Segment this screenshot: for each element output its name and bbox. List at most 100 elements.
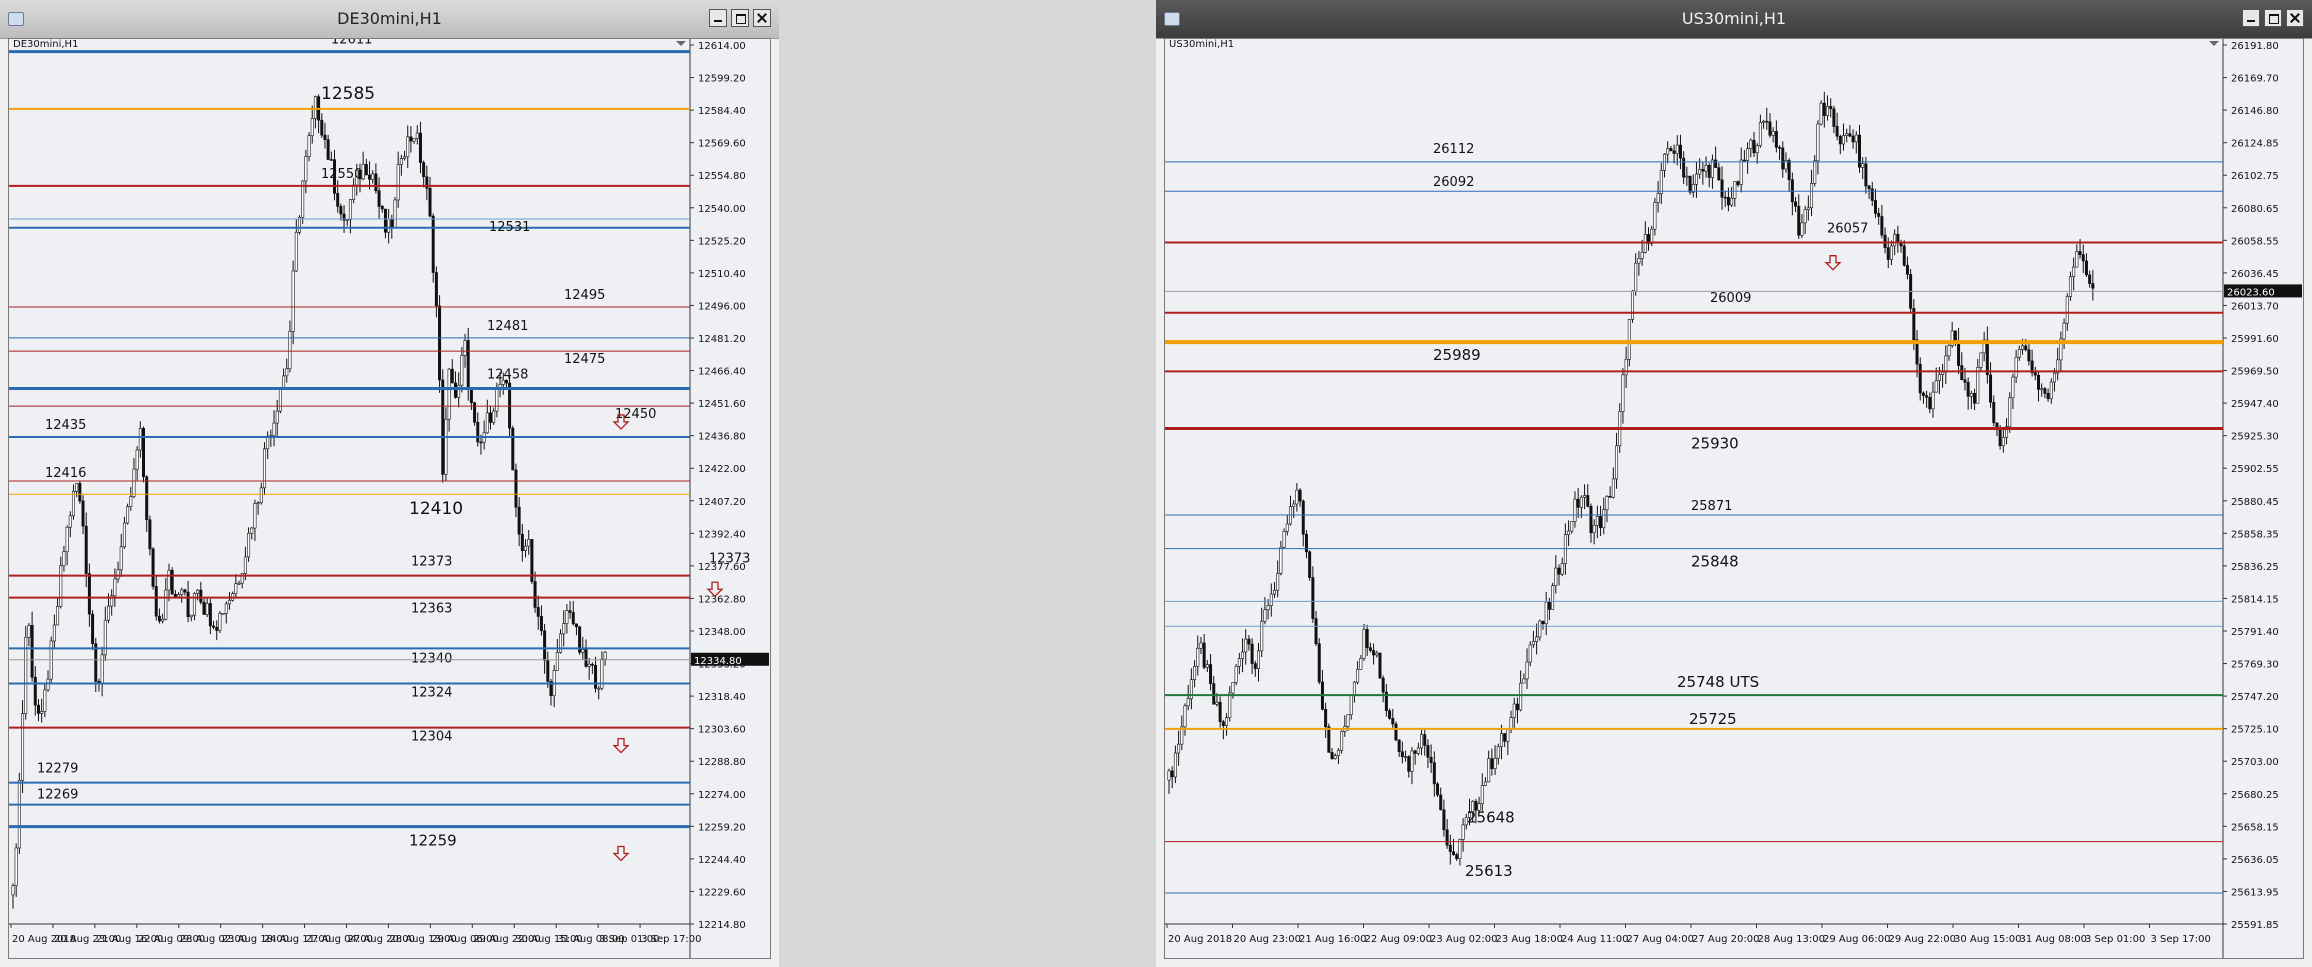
window-titlebar[interactable]: US30mini,H1 [1156,0,2312,39]
window-titlebar[interactable]: DE30mini,H1 [0,0,779,39]
level-label: 12410 [409,499,463,519]
x-tick-label: 29 Aug 22:00 [1889,934,1956,945]
candle-body [27,625,31,638]
candle-body [2088,274,2092,284]
x-tick-label: 27 Aug 20:00 [1692,934,1759,945]
candle-body [1407,756,1411,772]
candle-body [183,589,187,593]
candle-body [1902,245,1906,266]
candle-body [1989,374,1993,403]
minimize-icon[interactable] [709,9,727,27]
candle-body [1928,396,1932,410]
candle-body [2036,374,2040,390]
candle-body [1237,658,1241,667]
candle-body [1279,546,1283,574]
maximize-icon[interactable] [2264,9,2282,27]
candle-body [546,660,550,682]
candle-body [59,565,63,607]
candle-body [447,368,451,420]
candle-body [383,208,387,233]
y-tick-label: 12599.20 [698,74,746,85]
candle-body [1535,636,1539,642]
candle-body [278,388,282,412]
candle-body [571,612,575,625]
chart-area[interactable]: 12614.00 12599.20 12584.40 12569.60 12554.80… [8,38,771,959]
candle-body [1512,703,1516,718]
candle-body [1678,144,1682,159]
candle-body [40,711,44,714]
candle-body [2043,388,2047,394]
candle-body [2021,345,2025,350]
candle-body [352,184,356,200]
candle-body [173,593,177,598]
y-tick-label: 12214.80 [698,920,746,931]
candle-body [1666,148,1670,155]
candle-body [1173,752,1177,778]
candle-body [1605,496,1609,510]
candle-body [1701,169,1705,172]
candle-body [555,652,559,671]
candle-body [68,515,72,528]
candle-body [444,418,448,475]
candle-body [1746,148,1750,161]
level-label: 25930 [1691,435,1739,453]
x-tick-label: 3 Sep 17:00 [2151,934,2211,945]
candle-body [1554,567,1558,586]
candle-body [1976,367,1980,404]
candle-body [345,219,349,221]
candle-body [431,215,435,273]
candle-body [148,519,152,550]
maximize-icon[interactable] [731,9,749,27]
y-tick-label: 26013.70 [2231,301,2279,312]
level-label: 25848 [1691,553,1739,571]
candle-body [1493,757,1497,770]
candle-body [1215,701,1219,705]
candle-body [1519,682,1523,711]
level-label: 12269 [37,788,78,803]
candle-body [1314,618,1318,644]
candle-body [94,643,98,682]
candle-body [1944,355,1948,373]
candle-body [2084,260,2088,276]
candle-body [1253,663,1257,669]
us30-chart-window[interactable]: US30mini,H1 26191.80 26169.70 26146.80 2612… [1156,0,2312,967]
candle-body [43,689,47,712]
candle-body [2024,345,2028,351]
candle-body [30,625,34,678]
minimize-icon[interactable] [2242,9,2260,27]
level-label: 25748 UTS [1677,673,1759,691]
candle-body [1880,216,1884,236]
candle-body [135,449,139,470]
y-tick-label: 26036.45 [2231,269,2279,280]
candle-body [390,218,394,229]
candle-body [1685,175,1689,178]
candle-body [1893,233,1897,247]
close-icon[interactable] [2286,9,2304,27]
de30-chart-window[interactable]: DE30mini,H1 12614.00 12599.20 12584.40 1256… [0,0,779,967]
candle-body [1202,642,1206,668]
close-icon[interactable] [753,9,771,27]
x-tick-label: 22 Aug 09:00 [1365,934,1432,945]
candle-body [199,589,203,603]
candle-body [1308,551,1312,578]
candle-body [1461,824,1465,840]
candle-body [1525,661,1529,680]
candle-body [259,487,263,503]
candle-body [1410,750,1414,772]
candle-body [1800,222,1804,236]
candle-body [1496,746,1500,759]
candle-body [1627,319,1631,360]
y-tick-label: 26146.80 [2231,106,2279,117]
price-chart-svg[interactable]: 12614.00 12599.20 12584.40 12569.60 12554.80… [9,39,770,958]
level-label: 12550 [321,167,362,182]
candle-body [1452,851,1456,855]
candle-body [1682,157,1686,178]
candle-body [1886,247,1890,260]
candle-body [326,139,330,160]
candle-body [562,623,566,635]
price-chart-svg[interactable]: 26191.80 26169.70 26146.80 26124.85 26102.75… [1165,39,2303,958]
y-tick-label: 12259.20 [698,822,746,833]
candle-body [1765,120,1769,123]
x-tick-label: 29 Aug 06:00 [1823,934,1890,945]
chart-area[interactable]: 26191.80 26169.70 26146.80 26124.85 26102.75… [1164,38,2304,959]
